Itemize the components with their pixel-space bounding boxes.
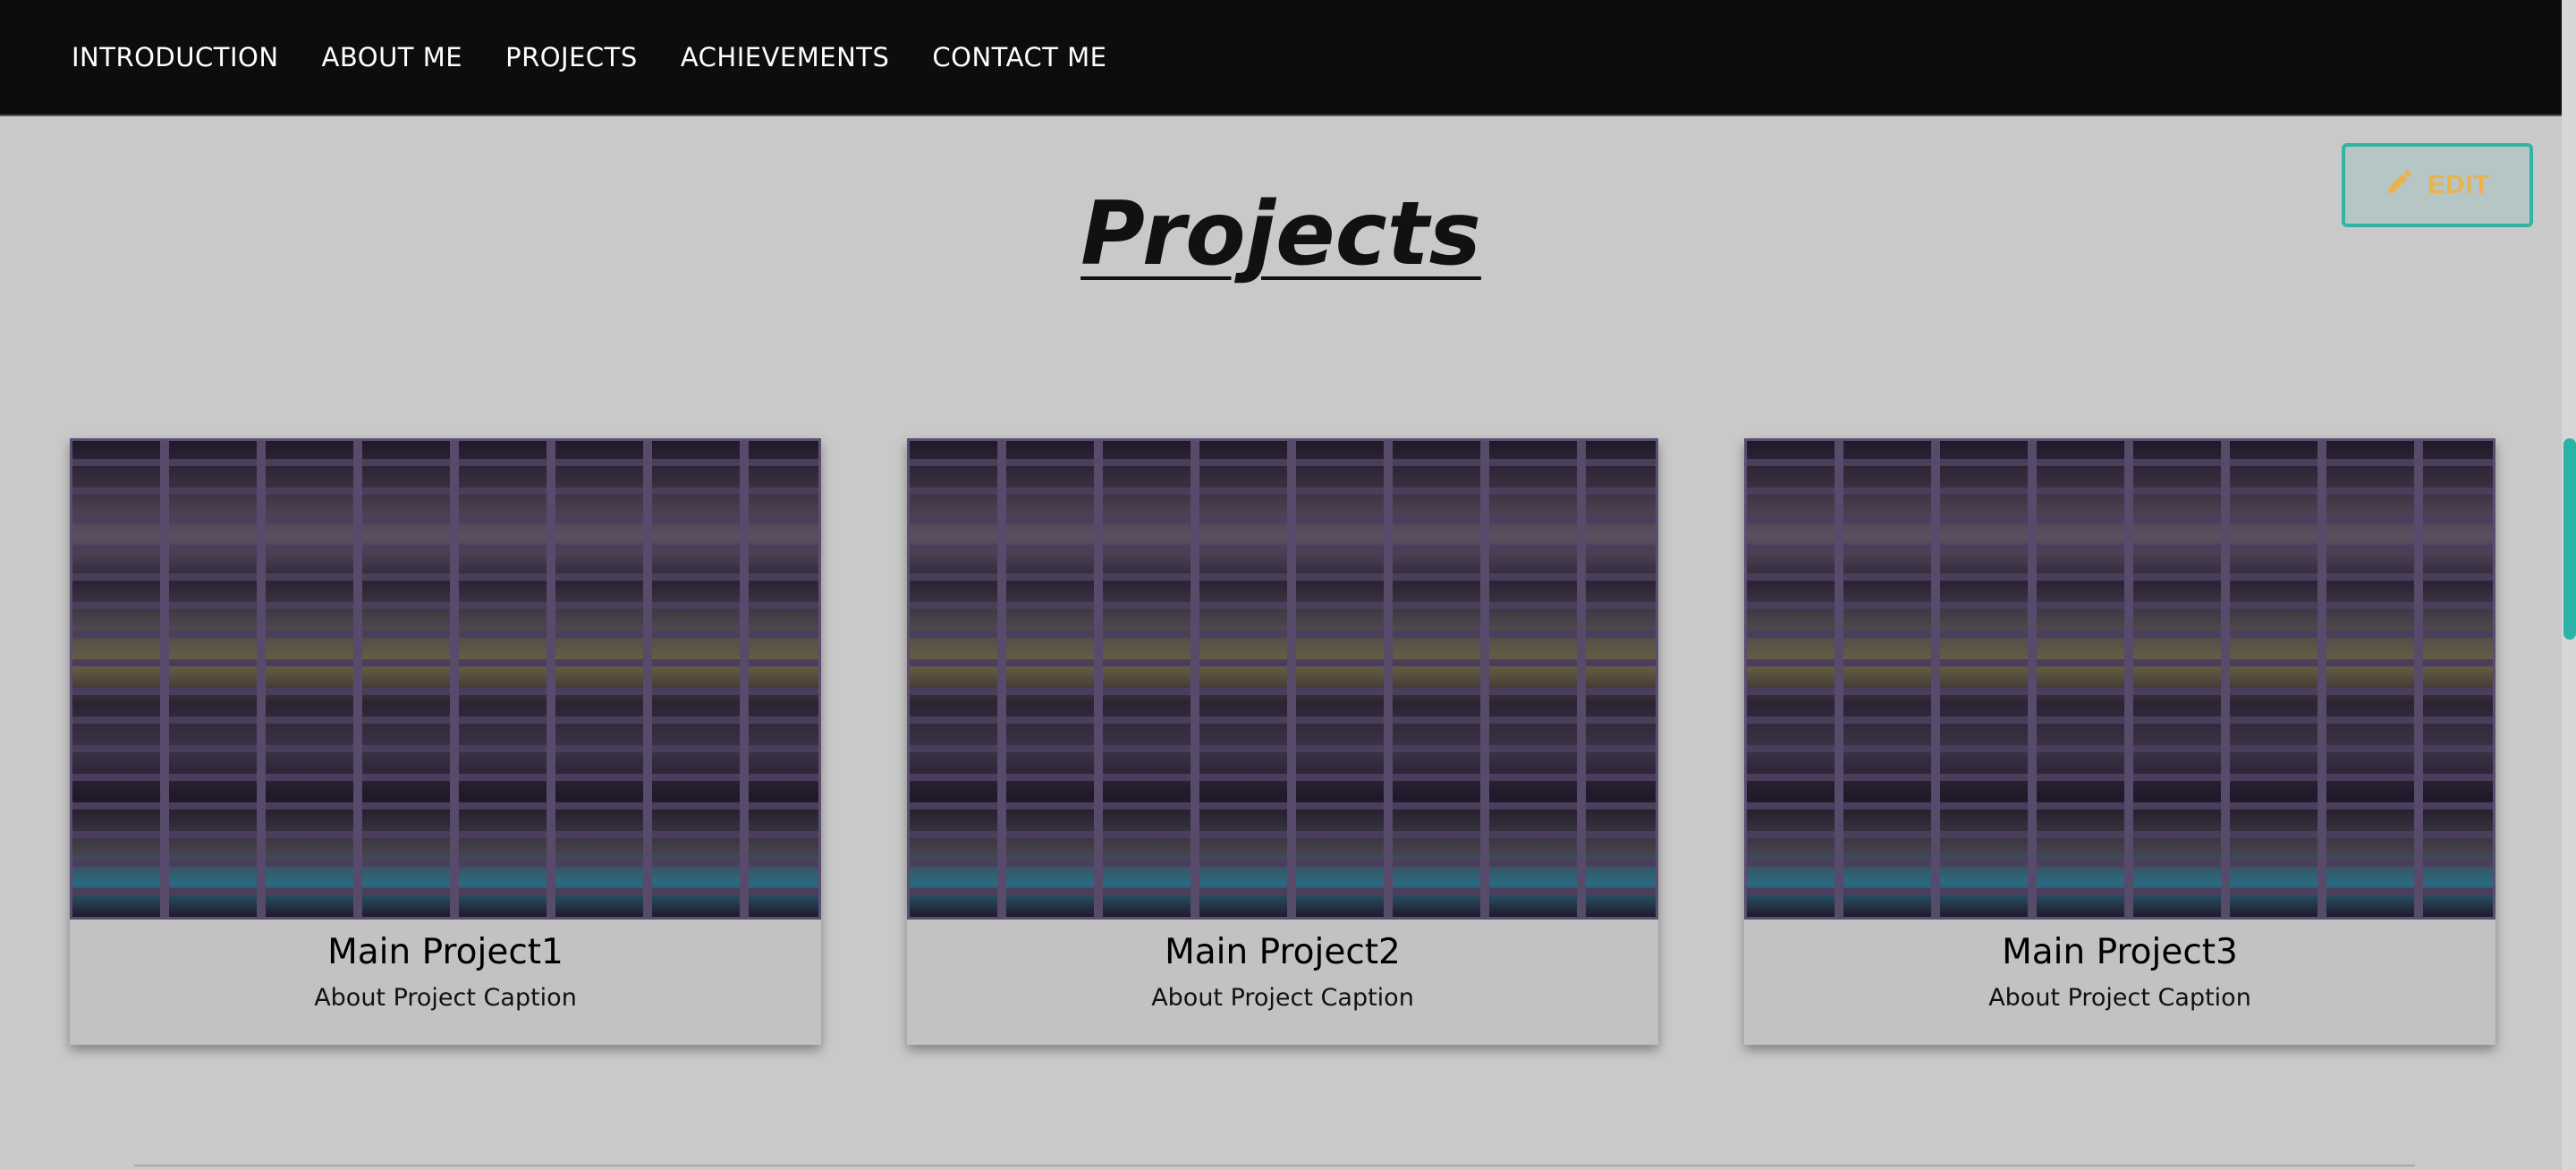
section-divider bbox=[134, 1165, 2415, 1166]
project-card-2[interactable]: Main Project2 About Project Caption bbox=[907, 438, 1658, 1045]
project-image[interactable] bbox=[1744, 438, 2496, 920]
nav-link-about-me[interactable]: ABOUT ME bbox=[322, 42, 463, 72]
nav-link-introduction[interactable]: INTRODUCTION bbox=[72, 42, 279, 72]
project-card-3[interactable]: Main Project3 About Project Caption bbox=[1744, 438, 2496, 1045]
project-title: Main Project1 bbox=[327, 932, 564, 972]
project-image[interactable] bbox=[907, 438, 1658, 920]
page-title: Projects bbox=[1080, 183, 1481, 285]
project-caption: About Project Caption bbox=[1988, 984, 2251, 1012]
nav-link-projects[interactable]: PROJECTS bbox=[505, 42, 638, 72]
project-caption: About Project Caption bbox=[1151, 984, 1414, 1012]
project-title: Main Project2 bbox=[1165, 932, 1401, 972]
nav-link-achievements[interactable]: ACHIEVEMENTS bbox=[681, 42, 890, 72]
project-caption: About Project Caption bbox=[314, 984, 577, 1012]
nav-link-contact-me[interactable]: CONTACT ME bbox=[932, 42, 1106, 72]
project-image[interactable] bbox=[70, 438, 821, 920]
project-card-1[interactable]: Main Project1 About Project Caption bbox=[70, 438, 821, 1045]
project-title: Main Project3 bbox=[2002, 932, 2238, 972]
scrollbar-thumb[interactable] bbox=[2563, 438, 2576, 640]
top-navbar: INTRODUCTION ABOUT ME PROJECTS ACHIEVEME… bbox=[0, 0, 2562, 116]
